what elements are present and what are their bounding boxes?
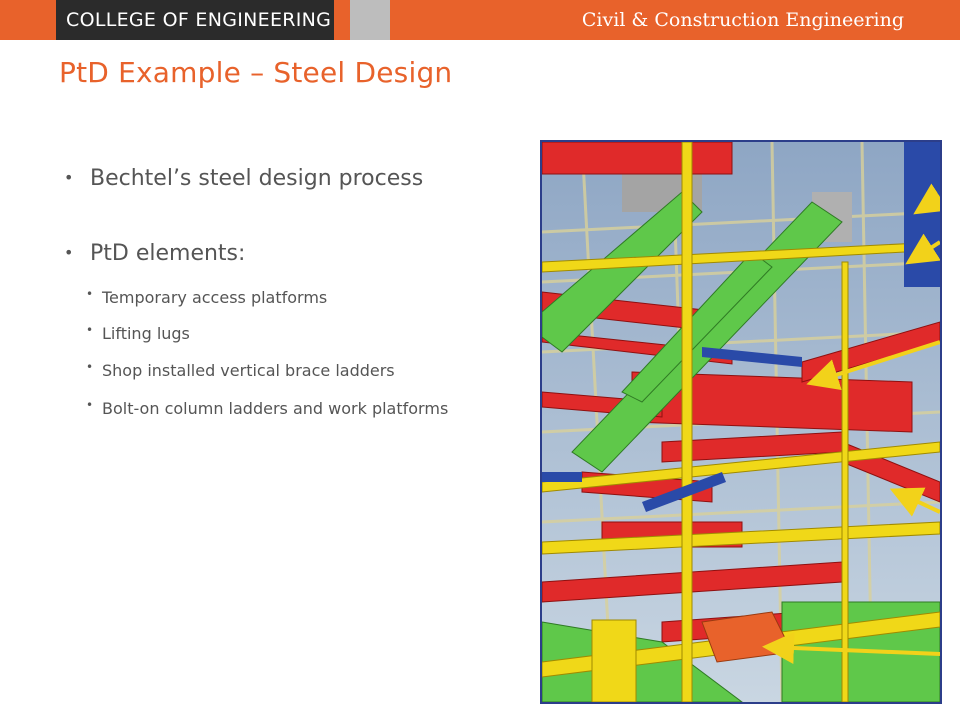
sub-bullet-text: Shop installed vertical brace ladders xyxy=(102,361,395,380)
bullet-dot-icon: • xyxy=(86,323,94,337)
bullet-dot-icon: • xyxy=(64,243,74,262)
bullet-text: Bechtel’s steel design process xyxy=(90,166,424,191)
sub-bullet-text: Bolt-on column ladders and work platform… xyxy=(102,399,449,418)
slide-title: PtD Example – Steel Design xyxy=(59,56,453,89)
header-accent-block xyxy=(350,0,390,40)
bullet-dot-icon: • xyxy=(86,360,94,374)
sub-bullet-text: Lifting lugs xyxy=(102,324,190,343)
steel-structure-illustration xyxy=(542,142,940,702)
department-name: Civil & Construction Engineering xyxy=(581,9,904,31)
bullet-dot-icon: • xyxy=(86,398,94,412)
bullet-text: PtD elements: xyxy=(90,241,246,266)
bullet-dot-icon: • xyxy=(86,287,94,301)
college-name: COLLEGE OF ENGINEERING xyxy=(66,9,332,31)
bullet-dot-icon: • xyxy=(64,168,74,187)
steel-model-image xyxy=(540,140,942,704)
sub-bullet-text: Temporary access platforms xyxy=(102,288,328,307)
